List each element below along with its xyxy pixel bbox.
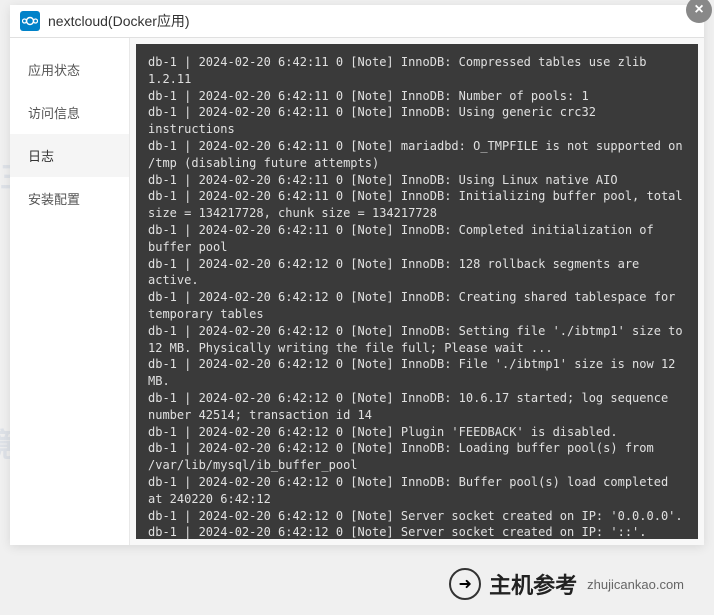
log-line: db-1 | 2024-02-20 6:42:12 0 [Note] InnoD… [148, 256, 686, 290]
sidebar-item-install-config[interactable]: 安装配置 [10, 177, 129, 220]
sidebar: 应用状态 访问信息 日志 安装配置 [10, 38, 130, 545]
app-window: × nextcloud(Docker应用) 应用状态 访问信息 日志 安装配置 … [10, 5, 704, 545]
log-line: db-1 | 2024-02-20 6:42:11 0 [Note] InnoD… [148, 188, 686, 222]
log-line: db-1 | 2024-02-20 6:42:12 0 [Note] Plugi… [148, 424, 686, 441]
log-line: db-1 | 2024-02-20 6:42:11 0 [Note] InnoD… [148, 54, 686, 88]
log-line: db-1 | 2024-02-20 6:42:12 0 [Note] Serve… [148, 524, 686, 539]
footer-brand: ➜ 主机参考 zhujicankao.com [449, 568, 684, 600]
arrow-icon: ➜ [449, 568, 481, 600]
log-line: db-1 | 2024-02-20 6:42:11 0 [Note] maria… [148, 138, 686, 172]
log-line: db-1 | 2024-02-20 6:42:12 0 [Note] InnoD… [148, 289, 686, 323]
log-line: db-1 | 2024-02-20 6:42:12 0 [Note] InnoD… [148, 390, 686, 424]
close-button[interactable]: × [686, 0, 712, 23]
log-line: db-1 | 2024-02-20 6:42:11 0 [Note] InnoD… [148, 172, 686, 189]
log-line: db-1 | 2024-02-20 6:42:12 0 [Note] Serve… [148, 508, 686, 525]
content-area: 应用状态 访问信息 日志 安装配置 db-1 | 2024-02-20 6:42… [10, 38, 704, 545]
brand-url: zhujicankao.com [587, 577, 684, 592]
brand-name: 主机参考 [489, 568, 577, 600]
log-line: db-1 | 2024-02-20 6:42:11 0 [Note] InnoD… [148, 104, 686, 138]
log-line: db-1 | 2024-02-20 6:42:11 0 [Note] InnoD… [148, 88, 686, 105]
log-line: db-1 | 2024-02-20 6:42:12 0 [Note] InnoD… [148, 474, 686, 508]
sidebar-item-app-status[interactable]: 应用状态 [10, 48, 129, 91]
log-line: db-1 | 2024-02-20 6:42:11 0 [Note] InnoD… [148, 222, 686, 256]
sidebar-item-logs[interactable]: 日志 [10, 134, 129, 177]
title-bar: nextcloud(Docker应用) [10, 5, 704, 38]
nextcloud-icon [20, 11, 40, 31]
sidebar-item-access-info[interactable]: 访问信息 [10, 91, 129, 134]
log-viewer[interactable]: db-1 | 2024-02-20 6:42:11 0 [Note] InnoD… [136, 44, 698, 539]
log-line: db-1 | 2024-02-20 6:42:12 0 [Note] InnoD… [148, 323, 686, 357]
log-line: db-1 | 2024-02-20 6:42:12 0 [Note] InnoD… [148, 356, 686, 390]
window-title: nextcloud(Docker应用) [48, 11, 190, 31]
log-line: db-1 | 2024-02-20 6:42:12 0 [Note] InnoD… [148, 440, 686, 474]
